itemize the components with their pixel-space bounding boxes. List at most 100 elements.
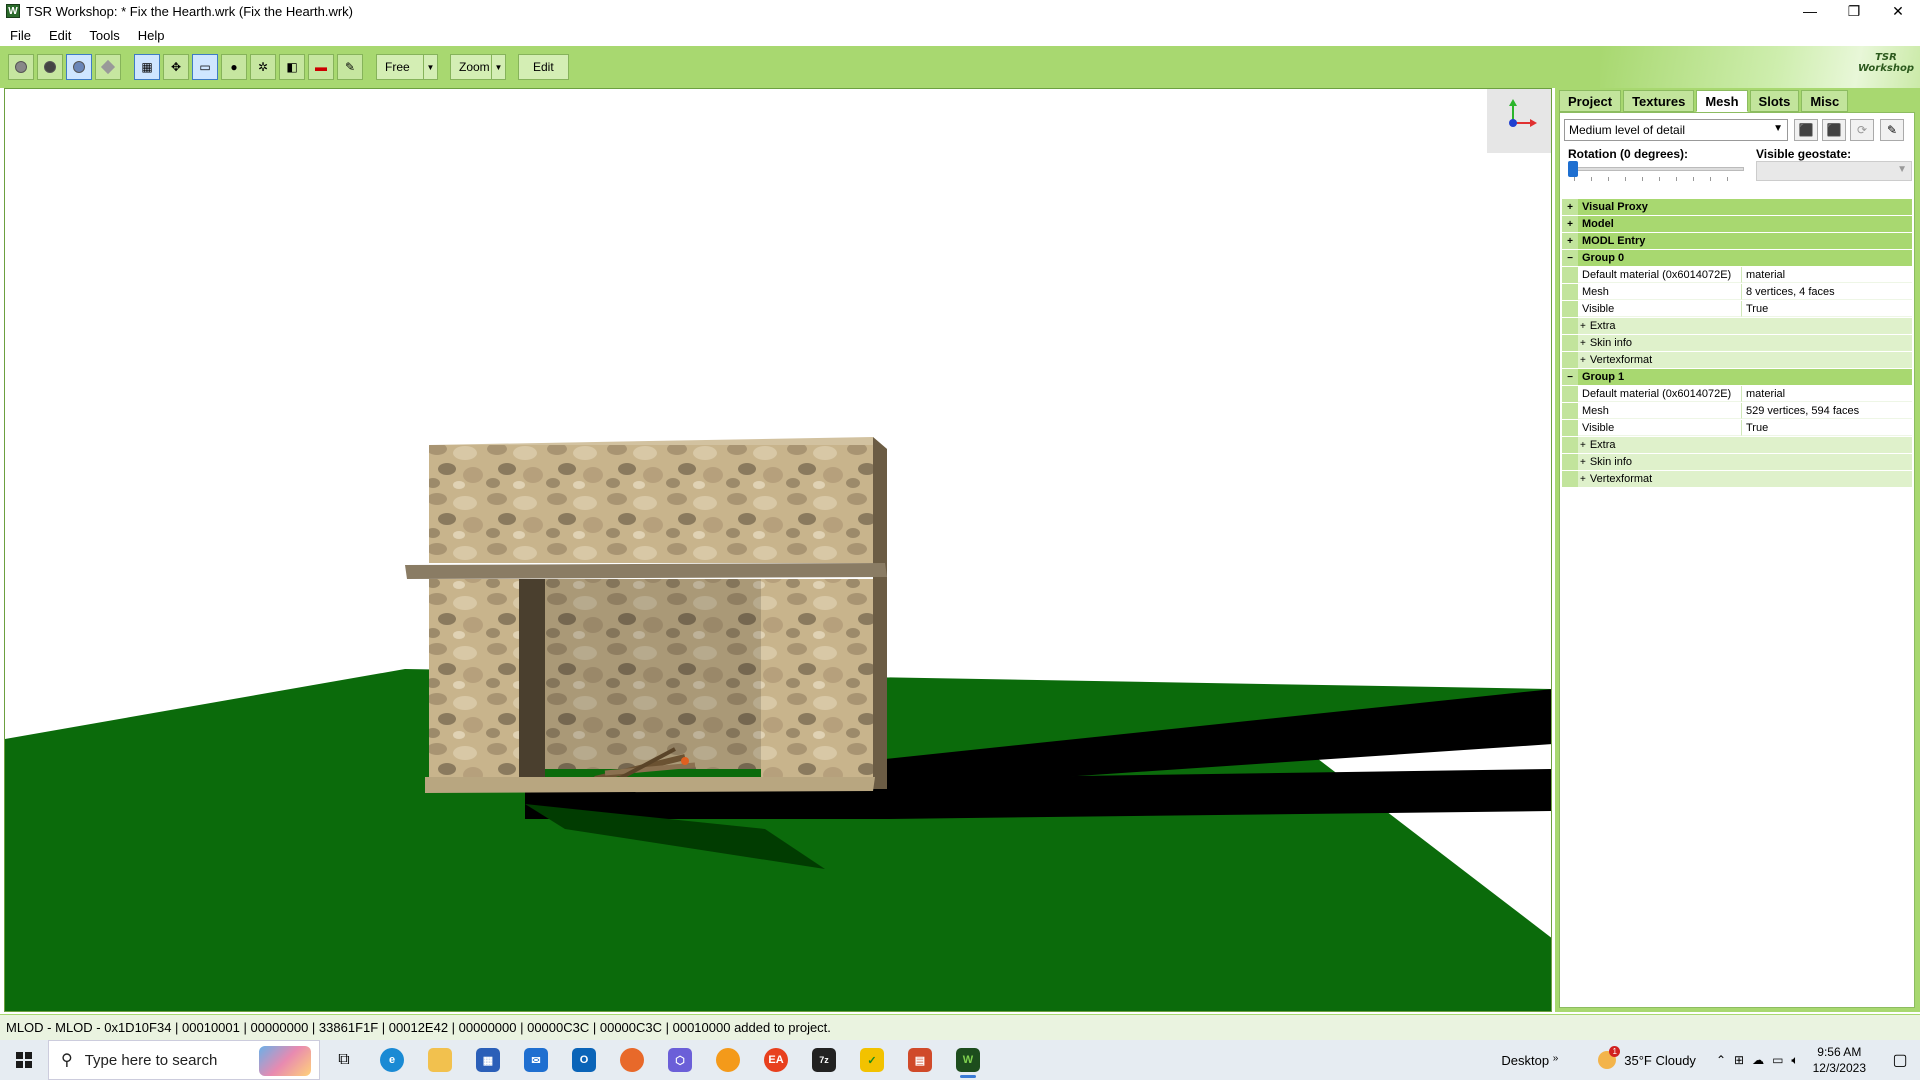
minimize-button[interactable]: — [1788,0,1832,22]
menu-tools[interactable]: Tools [89,28,119,43]
hearth-shade [545,579,761,769]
axis-gizmo[interactable] [1487,89,1551,153]
lod-dropdown[interactable]: Medium level of detail ▼ [1564,119,1788,141]
shadow-button[interactable]: ◧ [279,54,305,80]
taskbar-edge[interactable]: e [368,1040,416,1080]
tree-node-vertexformat[interactable]: + Vertexformat [1562,471,1912,488]
property-row[interactable]: Default material (0x6014072E) material [1562,267,1912,284]
expand-icon[interactable]: + [1580,338,1586,349]
expand-icon[interactable]: + [1562,216,1578,232]
taskbar-store[interactable]: ▦ [464,1040,512,1080]
tab-project[interactable]: Project [1559,90,1622,112]
tree-node-group-0[interactable]: − Group 0 [1562,250,1912,267]
brush-button[interactable]: ✎ [337,54,363,80]
desktop-toolbar[interactable]: Desktop » [1501,1053,1558,1068]
grid-toggle-button[interactable]: ▦ [134,54,160,80]
zoom-mode-dropdown[interactable]: Zoom ▼ [450,54,506,80]
camera-mode-dropdown[interactable]: Free ▼ [376,54,438,80]
tree-node-skin-info[interactable]: + Skin info [1562,454,1912,471]
shade-wire-button[interactable] [95,54,121,80]
search-placeholder: Type here to search [84,1051,218,1069]
tree-node-skin-info[interactable]: + Skin info [1562,335,1912,352]
checkmark-app-icon: ✓ [860,1048,884,1072]
expand-icon[interactable]: + [1562,233,1578,249]
taskbar-app-hex[interactable]: ⬡ [656,1040,704,1080]
taskbar-mail[interactable]: ✉ [512,1040,560,1080]
tree-node-vertexformat[interactable]: + Vertexformat [1562,352,1912,369]
fireplace-upper-wall [429,445,873,563]
expand-icon[interactable]: + [1580,440,1586,451]
export-mesh-button[interactable]: ⬛ [1822,119,1846,141]
geostate-label: Visible geostate: [1756,147,1852,161]
property-row[interactable]: Default material (0x6014072E) material [1562,386,1912,403]
shade-textured-button[interactable] [66,54,92,80]
close-button[interactable]: ✕ [1876,0,1920,22]
taskbar-tsr-workshop[interactable]: W [944,1040,992,1080]
taskbar-ea[interactable]: EA [752,1040,800,1080]
menu-file[interactable]: File [10,28,31,43]
clock[interactable]: 9:56 AM 12/3/2023 [1813,1044,1866,1076]
floor-icon: ▭ [199,60,211,74]
property-row[interactable]: Visible True [1562,301,1912,318]
taskbar-app-orange[interactable] [704,1040,752,1080]
weather-icon: 1 [1598,1046,1621,1069]
tab-slots[interactable]: Slots [1749,90,1800,112]
menu-edit[interactable]: Edit [49,28,71,43]
tab-textures[interactable]: Textures [1623,90,1695,112]
lipstick-button[interactable]: ▬ [308,54,334,80]
tab-mesh[interactable]: Mesh [1696,90,1748,112]
tree-node-extra[interactable]: + Extra [1562,318,1912,335]
restore-button[interactable]: ❐ [1832,0,1876,22]
taskbar-app-windows[interactable]: ▤ [896,1040,944,1080]
tree-node-model[interactable]: + Model [1562,216,1912,233]
tree-node-extra[interactable]: + Extra [1562,437,1912,454]
expand-icon[interactable]: + [1580,457,1586,468]
taskbar-app-check[interactable]: ✓ [848,1040,896,1080]
start-button[interactable] [0,1040,48,1080]
tree-node-visual-proxy[interactable]: + Visual Proxy [1562,199,1912,216]
property-row[interactable]: Mesh 8 vertices, 4 faces [1562,284,1912,301]
shade-smooth-button[interactable] [37,54,63,80]
shade-flat-button[interactable] [8,54,34,80]
joints-button[interactable]: ✲ [250,54,276,80]
taskbar-firefox[interactable] [608,1040,656,1080]
taskbar-file-explorer[interactable] [416,1040,464,1080]
bones-button[interactable]: ✥ [163,54,189,80]
collapse-icon[interactable]: − [1562,369,1578,385]
grid-icon: ▦ [141,60,153,74]
meet-now-icon[interactable]: ⊞ [1734,1053,1744,1067]
light-button[interactable]: ● [221,54,247,80]
3d-viewport[interactable] [4,88,1552,1012]
expand-icon[interactable]: + [1580,474,1586,485]
taskbar-search[interactable]: ⚲ Type here to search [48,1040,320,1080]
chevron-up-icon[interactable]: ⌃ [1716,1053,1726,1067]
expand-icon[interactable]: + [1562,199,1578,215]
volume-icon[interactable]: 🔈︎ [1791,1053,1798,1068]
task-view-button[interactable]: ⧉ [320,1040,368,1080]
property-row[interactable]: Visible True [1562,420,1912,437]
edit-mesh-button[interactable]: ✎ [1880,119,1904,141]
rotation-slider-track[interactable] [1568,167,1744,171]
rotation-slider-thumb[interactable] [1568,161,1578,177]
tree-node-group-1[interactable]: − Group 1 [1562,369,1912,386]
weather-widget[interactable]: 1 35°F Cloudy [1598,1046,1696,1069]
network-icon[interactable]: ▭ [1772,1053,1783,1067]
floor-toggle-button[interactable]: ▭ [192,54,218,80]
tree-node-modl-entry[interactable]: + MODL Entry [1562,233,1912,250]
notifications-icon[interactable]: ▢ [1880,1050,1920,1070]
expand-icon[interactable]: + [1580,355,1586,366]
expand-icon[interactable]: + [1580,321,1586,332]
taskbar-outlook[interactable]: O [560,1040,608,1080]
tab-misc[interactable]: Misc [1801,90,1849,112]
menu-help[interactable]: Help [138,28,165,43]
collapse-icon[interactable]: − [1562,250,1578,266]
property-row[interactable]: Mesh 529 vertices, 594 faces [1562,403,1912,420]
edit-button[interactable]: Edit [518,54,569,80]
geostate-dropdown[interactable]: ▼ [1756,161,1912,181]
refresh-button[interactable]: ⟳ [1850,119,1874,141]
chevron-right-icon: » [1552,1052,1559,1064]
sphere-smooth-icon [44,61,56,73]
taskbar-7zip[interactable]: 7z [800,1040,848,1080]
import-mesh-button[interactable]: ⬛ [1794,119,1818,141]
onedrive-icon[interactable]: ☁ [1752,1053,1764,1067]
